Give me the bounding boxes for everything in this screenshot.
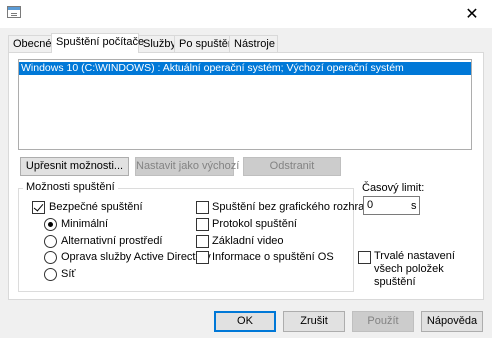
alternate-shell-label: Alternativní prostředí (61, 235, 163, 247)
timeout-label: Časový limit: (362, 182, 425, 194)
app-icon (7, 6, 21, 18)
tab-general[interactable]: Obecné (8, 35, 52, 52)
tab-label: Nástroje (234, 38, 275, 50)
button-label: Nastavit jako výchozí (136, 160, 240, 172)
os-boot-info-label: Informace o spuštění OS (212, 251, 334, 263)
button-label: OK (237, 315, 253, 327)
ad-repair-label: Oprava služby Active Directory (61, 251, 211, 263)
persistent-checkbox[interactable] (358, 251, 371, 264)
title-bar (0, 0, 492, 28)
cancel-button[interactable]: Zrušit (283, 311, 345, 332)
set-default-button[interactable]: Nastavit jako výchozí (135, 157, 239, 176)
tab-label: Služby (143, 38, 177, 50)
minimal-radio[interactable] (44, 218, 57, 231)
button-label: Odstranit (269, 160, 315, 172)
no-gui-boot-checkbox[interactable] (196, 201, 209, 214)
tab-label: Obecné (13, 38, 52, 50)
os-boot-info-checkbox[interactable] (196, 251, 209, 264)
delete-button[interactable]: Odstranit (243, 157, 341, 176)
base-video-checkbox[interactable] (196, 235, 209, 248)
alternate-shell-radio[interactable] (44, 235, 57, 248)
network-label: Síť (61, 268, 76, 280)
ad-repair-radio[interactable] (44, 251, 57, 264)
help-button[interactable]: Nápověda (421, 311, 483, 332)
button-label: Upřesnit možnosti... (25, 160, 124, 172)
boot-log-label: Protokol spuštění (212, 218, 297, 230)
tab-boot[interactable]: Spuštění počítače (51, 33, 144, 53)
tab-label: Spuštění počítače (56, 36, 145, 48)
button-label: Použít (367, 315, 399, 327)
tab-startup[interactable]: Po spuštění (174, 35, 237, 52)
tab-tools[interactable]: Nástroje (229, 35, 278, 52)
persistent-label: Trvalé nastavení všech položek spuštění (374, 250, 455, 288)
button-label: Nápověda (426, 315, 478, 327)
network-radio[interactable] (44, 268, 57, 281)
safe-boot-label: Bezpečné spuštění (49, 201, 143, 213)
safe-boot-checkbox[interactable] (32, 201, 45, 214)
boot-log-checkbox[interactable] (196, 218, 209, 231)
boot-options-legend: Možnosti spuštění (23, 181, 118, 194)
timeout-value: 0 (367, 199, 374, 211)
button-label: Zrušit (300, 315, 328, 327)
apply-button[interactable]: Použít (352, 311, 414, 332)
timeout-unit: s (411, 200, 417, 212)
advanced-options-button[interactable]: Upřesnit možnosti... (20, 157, 129, 176)
base-video-label: Základní video (212, 235, 284, 247)
close-button[interactable]: ✕ (452, 0, 492, 28)
ok-button[interactable]: OK (214, 311, 276, 332)
os-list-item[interactable]: Windows 10 (C:\WINDOWS) : Aktuální opera… (19, 62, 471, 75)
no-gui-boot-label: Spuštění bez grafického rozhraní (212, 201, 374, 213)
minimal-label: Minimální (61, 218, 109, 230)
close-icon: ✕ (465, 6, 479, 23)
